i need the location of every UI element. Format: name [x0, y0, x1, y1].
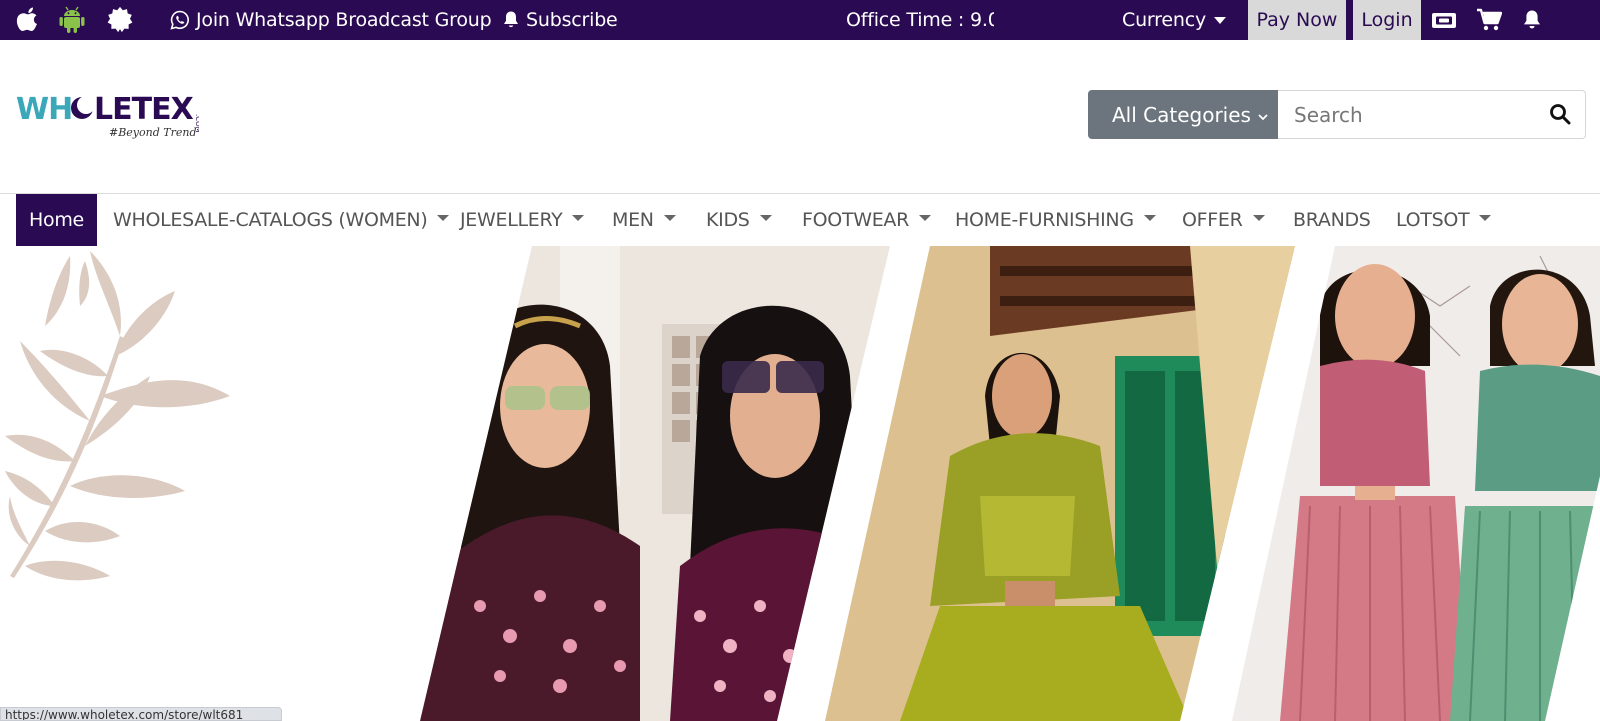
nav-label: MEN	[612, 209, 654, 231]
nav-label: HOME-FURNISHING	[955, 209, 1134, 231]
nav-item-offer[interactable]: OFFER	[1182, 194, 1265, 246]
site-logo[interactable]: WH LETEX .COM #Beyond Trend	[14, 84, 202, 146]
nav-item-jewellery[interactable]: JEWELLERY	[460, 194, 585, 246]
nav-item-men[interactable]: MEN	[612, 194, 676, 246]
nav-label: WHOLESALE-CATALOGS (WOMEN)	[113, 209, 428, 231]
subscribe-label: Subscribe	[526, 9, 618, 31]
nav-item-brands[interactable]: BRANDS	[1293, 194, 1371, 246]
nav-item-home[interactable]: Home	[16, 194, 97, 246]
nav-item-wholesale-catalogs[interactable]: WHOLESALE-CATALOGS (WOMEN)	[113, 194, 450, 246]
nav-label: LOTSOT	[1396, 209, 1470, 231]
hero-banner[interactable]	[0, 246, 1600, 721]
category-select[interactable]: All Categories	[1088, 90, 1278, 139]
cart-icon[interactable]	[1475, 0, 1503, 40]
badge-icon[interactable]	[106, 0, 134, 40]
whatsapp-label: Join Whatsapp Broadcast Group	[196, 9, 492, 31]
chevron-down-icon	[572, 215, 585, 221]
search-icon[interactable]	[1546, 100, 1574, 128]
bell-icon	[502, 10, 520, 30]
search-input[interactable]	[1278, 90, 1586, 139]
nav-item-kids[interactable]: KIDS	[706, 194, 772, 246]
wallet-icon[interactable]	[1430, 0, 1458, 40]
svg-text:LETEX: LETEX	[94, 92, 194, 127]
status-url-text: https://www.wholetex.com/store/wlt681	[5, 708, 244, 721]
chevron-down-icon	[1143, 215, 1156, 221]
chevron-down-icon	[437, 215, 450, 221]
category-label: All Categories	[1112, 102, 1251, 127]
chevron-down-icon	[663, 215, 676, 221]
nav-item-lotsot[interactable]: LOTSOT	[1396, 194, 1492, 246]
notification-bell-icon[interactable]	[1518, 0, 1546, 40]
office-time-text: Office Time : 9.00	[846, 9, 994, 31]
nav-item-footwear[interactable]: FOOTWEAR	[802, 194, 932, 246]
apple-icon[interactable]	[14, 0, 42, 40]
nav-label: BRANDS	[1293, 209, 1371, 231]
whatsapp-icon	[170, 10, 190, 30]
currency-label: Currency	[1122, 9, 1207, 31]
pay-now-label: Pay Now	[1256, 9, 1338, 31]
svg-text:WH: WH	[16, 92, 72, 127]
nav-label: JEWELLERY	[460, 209, 563, 231]
leaf-decoration-icon	[5, 251, 230, 581]
chevron-down-icon	[759, 215, 772, 221]
nav-label: Home	[29, 209, 84, 231]
nav-label: OFFER	[1182, 209, 1243, 231]
office-time-ticker: Office Time : 9.00	[846, 0, 994, 40]
chevron-down-icon	[1479, 215, 1492, 221]
nav-label: KIDS	[706, 209, 750, 231]
subscribe-link[interactable]: Subscribe	[502, 0, 618, 40]
nav-item-home-furnishing[interactable]: HOME-FURNISHING	[955, 194, 1156, 246]
chevron-down-icon	[919, 215, 932, 221]
top-bar: Join Whatsapp Broadcast Group Subscribe …	[0, 0, 1600, 40]
login-label: Login	[1361, 9, 1413, 31]
status-bar-url: https://www.wholetex.com/store/wlt681	[0, 707, 282, 721]
nav-label: FOOTWEAR	[802, 209, 910, 231]
pay-now-button[interactable]: Pay Now	[1248, 0, 1346, 40]
login-button[interactable]: Login	[1353, 0, 1421, 40]
chevron-down-icon	[1252, 215, 1265, 221]
chevron-down-icon	[1256, 105, 1270, 121]
currency-dropdown[interactable]: Currency	[1122, 0, 1227, 40]
chevron-down-icon	[1214, 16, 1227, 24]
whatsapp-link[interactable]: Join Whatsapp Broadcast Group	[170, 0, 492, 40]
svg-text:#Beyond Trend: #Beyond Trend	[109, 126, 197, 139]
android-icon[interactable]	[58, 0, 86, 40]
